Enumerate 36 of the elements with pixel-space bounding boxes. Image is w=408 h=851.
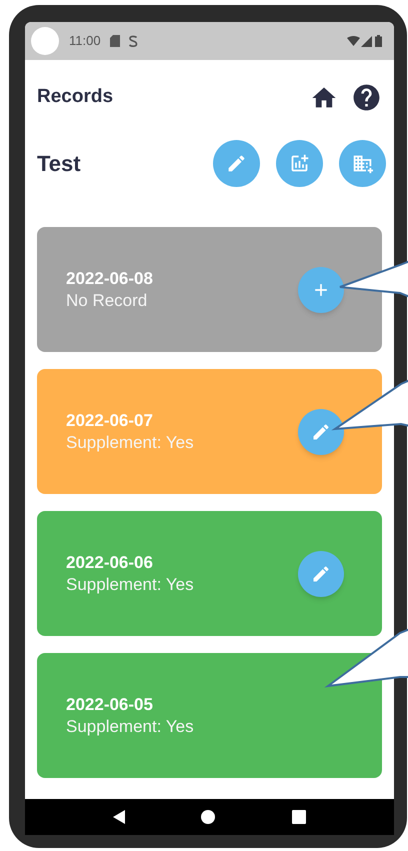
add-button[interactable] — [298, 266, 344, 312]
back-icon[interactable] — [113, 810, 126, 824]
record-card[interactable]: 2022-06-06 Supplement: Yes — [37, 511, 382, 636]
record-date: 2022-06-05 — [66, 694, 154, 716]
sd-card-icon — [110, 35, 120, 47]
status-time: 11:00 — [69, 32, 101, 50]
record-detail: Supplement: Yes — [66, 432, 194, 454]
chart-button[interactable] — [276, 140, 323, 187]
record-card[interactable]: 2022-06-05 Supplement: Yes — [37, 653, 382, 778]
edit-button[interactable] — [298, 408, 344, 454]
battery-icon — [375, 35, 382, 47]
record-detail: Supplement: Yes — [66, 716, 194, 738]
record-date: 2022-06-06 — [66, 552, 154, 574]
record-date: 2022-06-08 — [66, 268, 153, 290]
chart-icon — [289, 153, 310, 174]
edit-button[interactable] — [213, 140, 260, 187]
pencil-icon — [311, 422, 331, 442]
building-button[interactable] — [339, 140, 386, 187]
wifi-icon — [347, 36, 360, 46]
recents-icon[interactable] — [292, 810, 306, 824]
record-name: Test — [37, 150, 81, 178]
home-nav-icon[interactable] — [201, 810, 216, 824]
s-icon — [128, 34, 138, 48]
page-title: Records — [37, 85, 114, 110]
building-icon — [352, 153, 373, 174]
record-detail: Supplement: Yes — [66, 574, 194, 596]
record-card[interactable]: 2022-06-07 Supplement: Yes — [37, 369, 382, 494]
pencil-icon — [226, 153, 247, 174]
pencil-icon — [311, 564, 331, 584]
camera-icon — [31, 27, 59, 55]
record-date: 2022-06-07 — [66, 410, 154, 432]
help-icon[interactable] — [351, 82, 382, 113]
edit-button[interactable] — [298, 550, 344, 596]
record-card[interactable]: 2022-06-08 No Record — [37, 227, 382, 352]
signal-icon — [361, 36, 372, 46]
record-detail: No Record — [66, 290, 148, 312]
